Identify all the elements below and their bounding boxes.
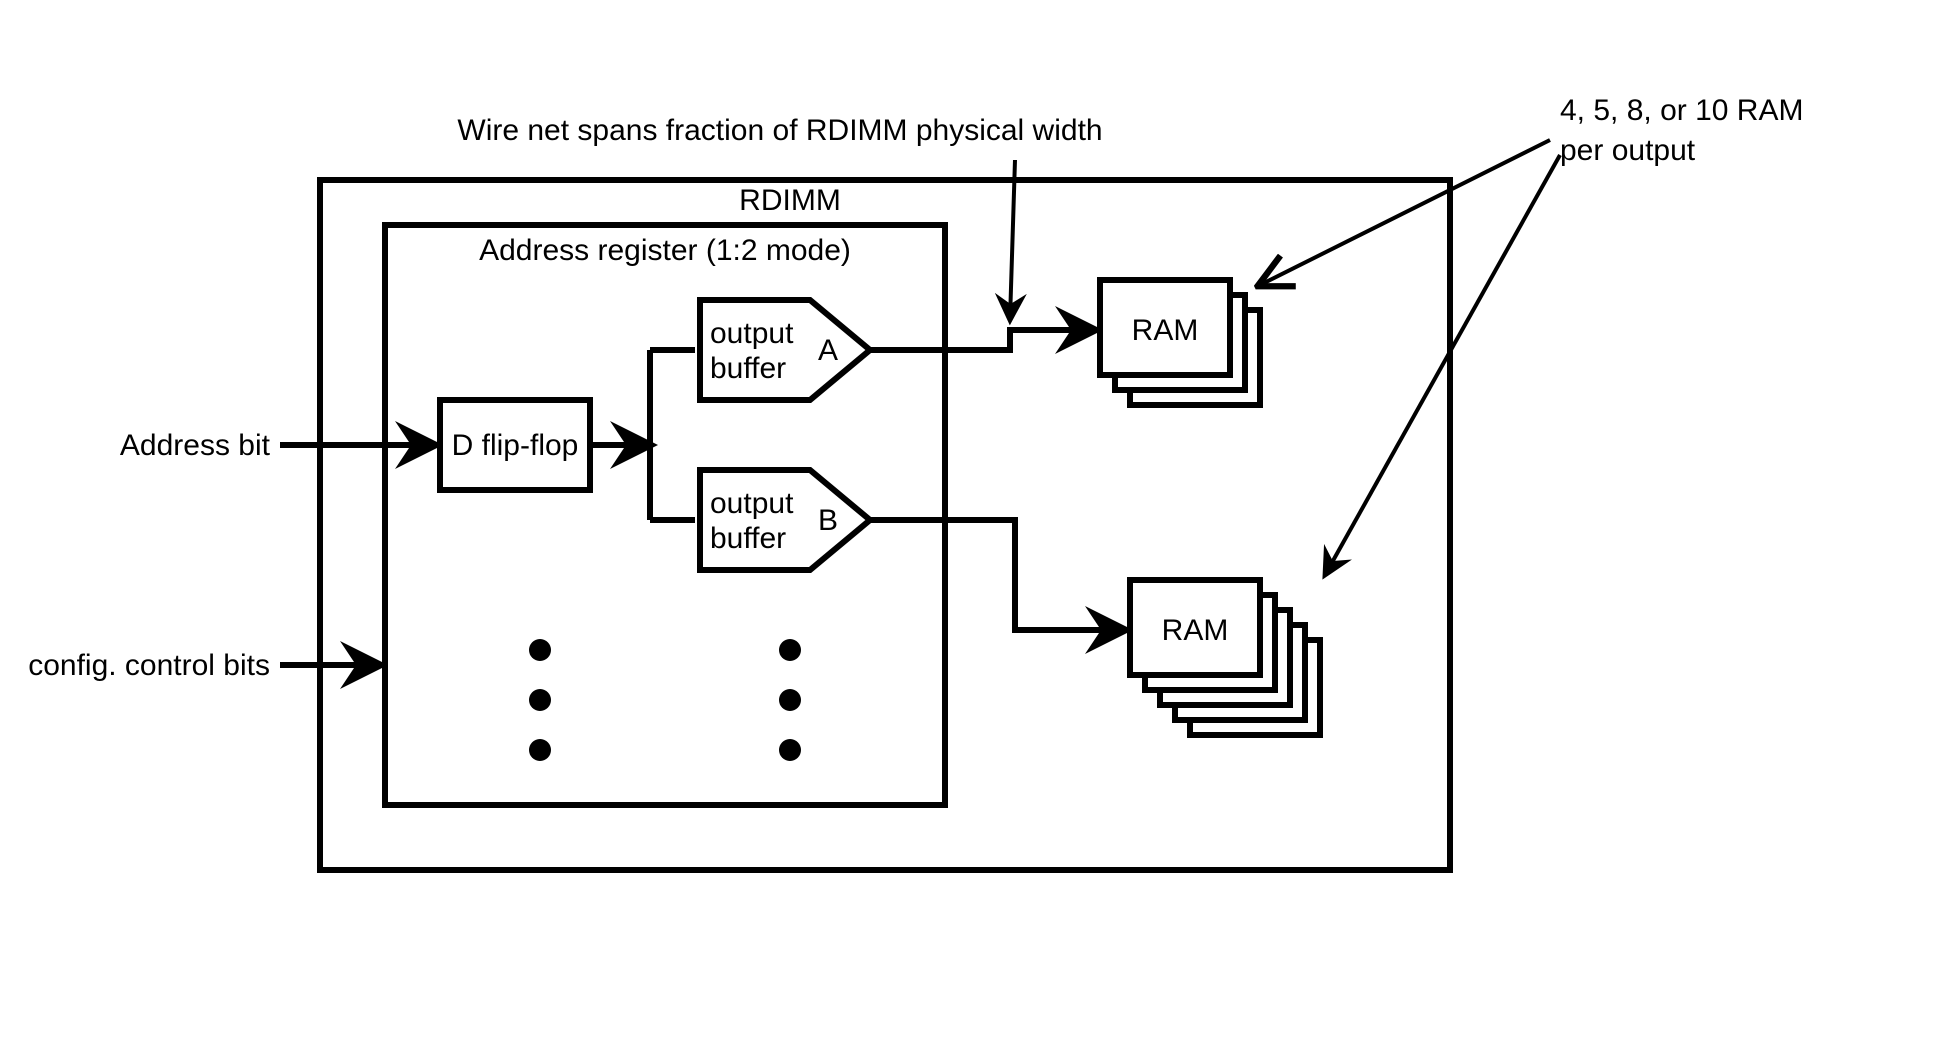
wire-b-to-ram	[870, 520, 1125, 630]
output-buffer-a	[700, 300, 870, 400]
ellipsis-dots-right	[779, 639, 801, 761]
wire-a-to-ram	[870, 330, 1095, 350]
output-buffer-b-tag: B	[818, 504, 838, 537]
annotation-wire-net: Wire net spans fraction of RDIMM physica…	[457, 114, 1102, 147]
svg-text:per output: per output	[1560, 134, 1696, 167]
arrow-ram-count-2	[1325, 155, 1560, 575]
annotation-ram-count: 4, 5, 8, or 10 RAM per output	[1560, 94, 1803, 167]
rdimm-diagram: RDIMM Address register (1:2 mode) D flip…	[0, 0, 1942, 1040]
ram-stack-b	[1130, 580, 1320, 735]
rdimm-title: RDIMM	[739, 184, 841, 217]
output-buffer-a-line1: output	[710, 317, 794, 350]
label-address-bit: Address bit	[120, 429, 271, 462]
ram-b-label: RAM	[1162, 614, 1229, 647]
output-buffer-a-line2: buffer	[710, 352, 786, 385]
arrow-ram-count-1	[1260, 140, 1550, 285]
address-register-title: Address register (1:2 mode)	[479, 234, 851, 267]
label-config-bits: config. control bits	[28, 649, 270, 682]
ram-a-label: RAM	[1132, 314, 1199, 347]
svg-text:4, 5, 8, or 10 RAM: 4, 5, 8, or 10 RAM	[1560, 94, 1803, 127]
output-buffer-a-tag: A	[818, 334, 838, 367]
d-flipflop-label: D flip-flop	[452, 429, 579, 462]
ellipsis-dots-left	[529, 639, 551, 761]
output-buffer-b-line1: output	[710, 487, 794, 520]
output-buffer-b-line2: buffer	[710, 522, 786, 555]
rdimm-box	[320, 180, 1450, 870]
arrow-wire-net	[1010, 160, 1015, 320]
output-buffer-b	[700, 470, 870, 570]
